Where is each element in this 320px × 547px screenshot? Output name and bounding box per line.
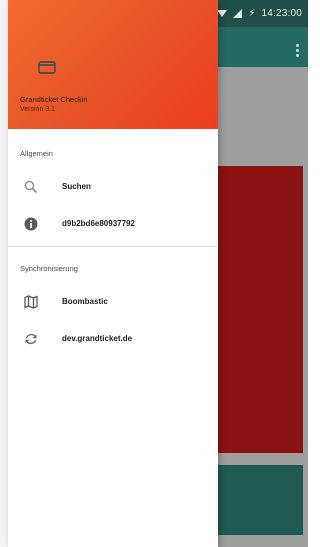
info-icon <box>24 217 38 231</box>
drawer-header: Grandticket Checkin Version 3.1 <box>8 0 218 129</box>
map-icon <box>24 295 38 309</box>
navigation-drawer: Grandticket Checkin Version 3.1 Allgemei… <box>8 0 218 547</box>
menu-item-label: dev.grandticket.de <box>62 334 133 343</box>
menu-item-device-id[interactable]: d9b2bd6e80937792 <box>8 207 218 241</box>
overflow-menu-icon[interactable] <box>296 44 300 57</box>
menu-item-label: Boombastic <box>62 297 108 306</box>
search-icon <box>24 180 38 194</box>
wifi-icon <box>217 10 228 17</box>
signal-icon <box>233 9 243 18</box>
status-time: 14:23:00 <box>261 8 302 19</box>
background-bottom-card <box>210 465 303 535</box>
menu-item-label: d9b2bd6e80937792 <box>62 219 135 228</box>
menu-item-suchen[interactable]: Suchen <box>8 170 218 204</box>
app-version: Version 3.1 <box>20 106 56 113</box>
section-label-allgemein: Allgemein <box>20 149 53 158</box>
menu-item-label: Suchen <box>62 182 91 191</box>
ticket-icon <box>38 61 56 74</box>
background-card <box>210 166 303 453</box>
section-divider <box>8 246 218 247</box>
drawer-edge <box>0 0 8 547</box>
sync-icon <box>25 333 37 345</box>
status-icons: ⚡ 14:23:00 <box>217 8 302 19</box>
menu-item-boombastic[interactable]: Boombastic <box>8 285 218 319</box>
battery-charging-icon: ⚡ <box>248 7 256 19</box>
app-name: Grandticket Checkin <box>20 95 88 104</box>
section-label-synchronisierung: Synchronisierung <box>20 264 78 273</box>
menu-item-sync-server[interactable]: dev.grandticket.de <box>8 322 218 356</box>
